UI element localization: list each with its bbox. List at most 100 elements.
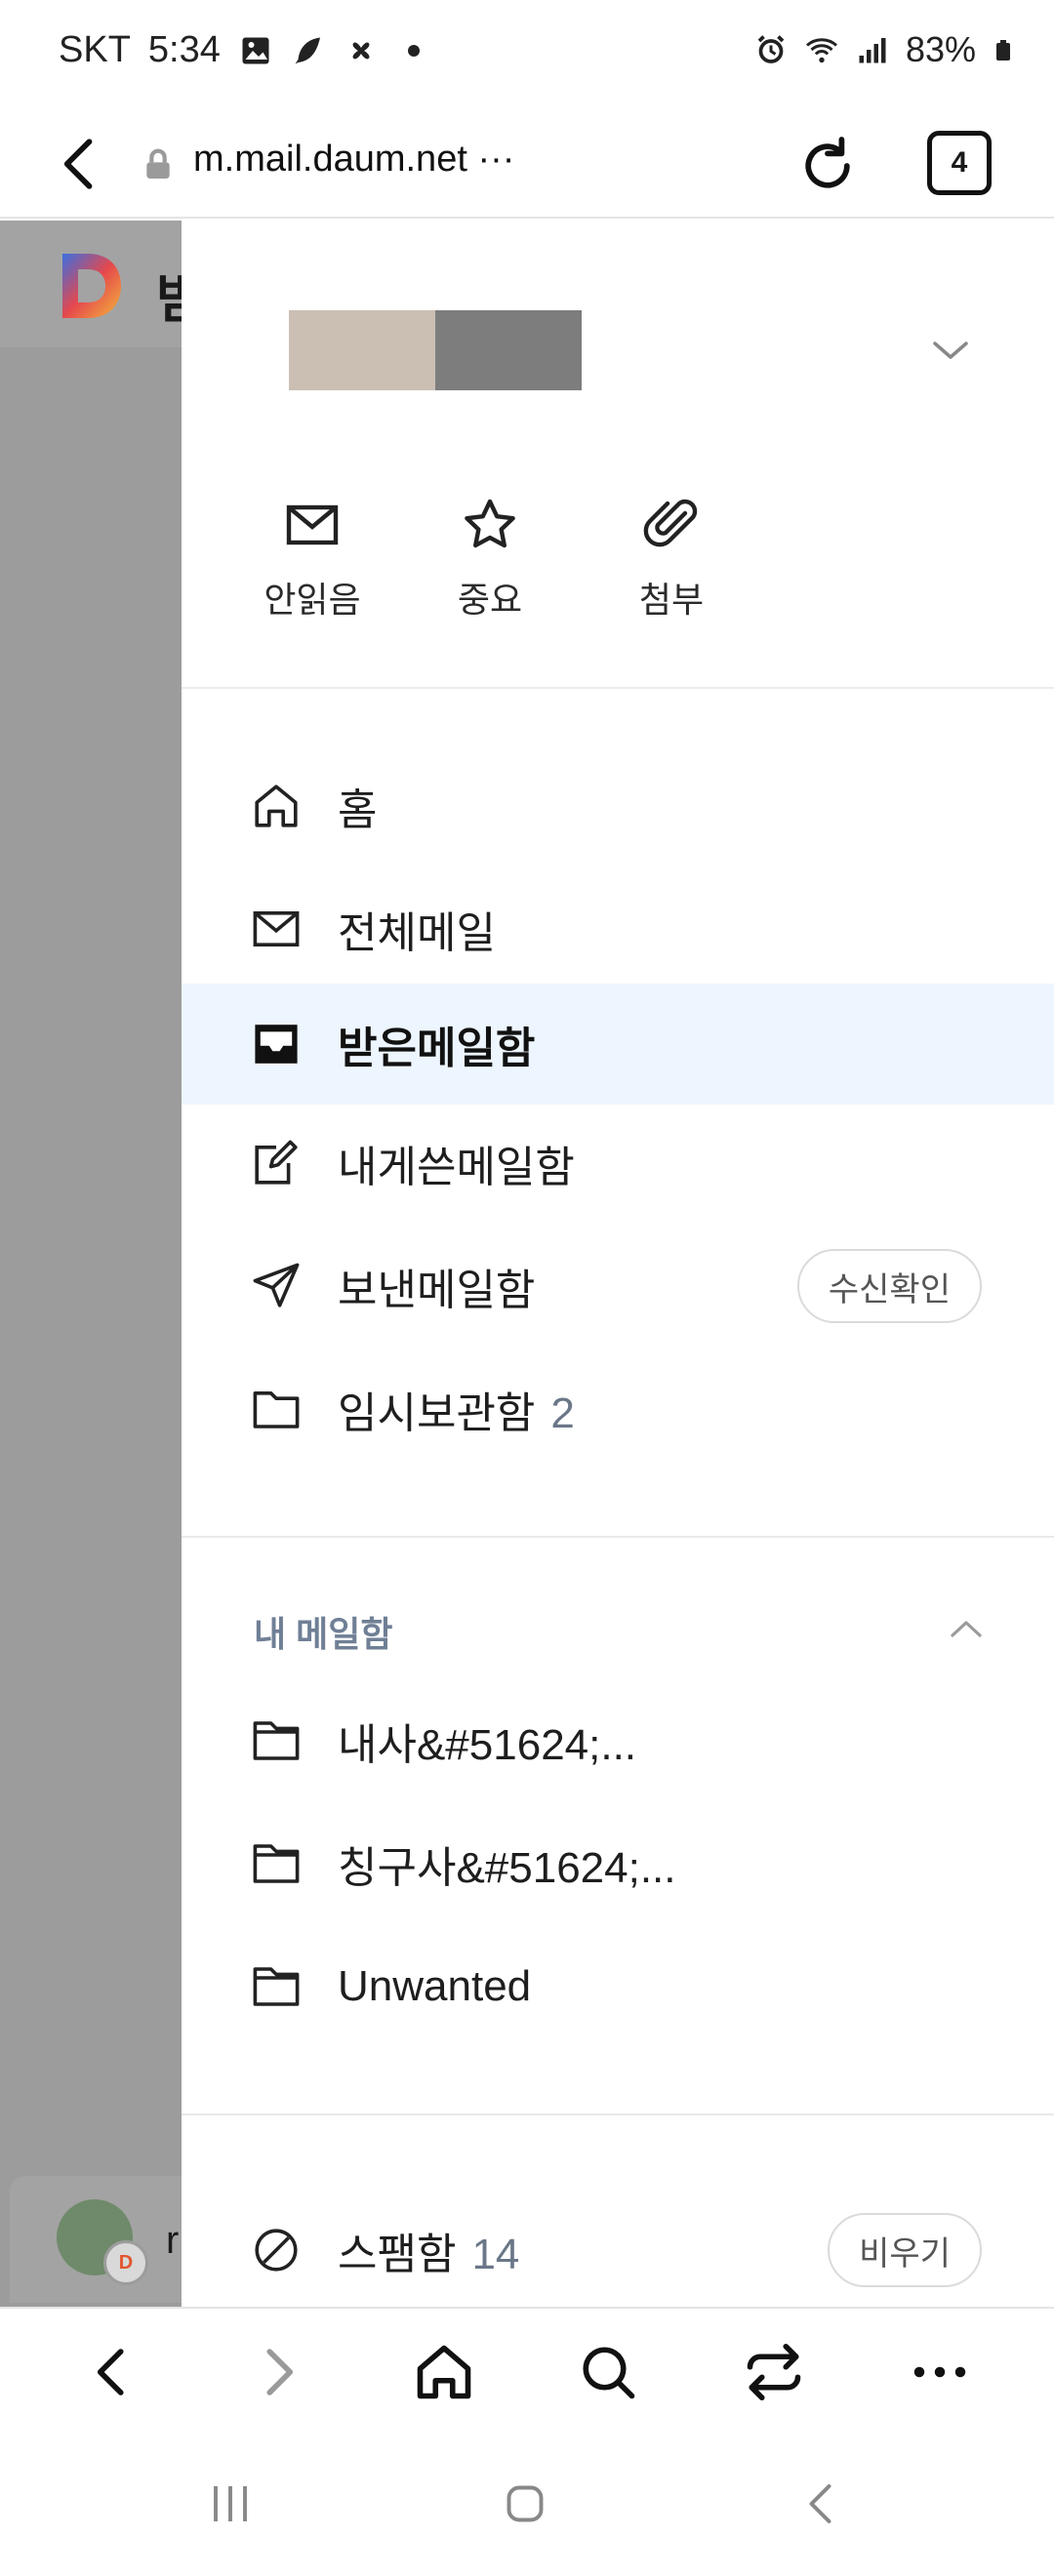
dot-icon [407,44,420,57]
menu-item-spam[interactable]: 스팸함 14 비우기 [182,2190,1054,2307]
avatar-badge-letter: D [118,2251,134,2274]
menu-item-label: 보낸메일함 [338,1255,535,1317]
status-right: 83% [753,29,1015,70]
navigation-drawer: 안읽음 중요 첨부 홈 전체메일 받은메일함 내게쓴메일함 보낸메일함 수신확인… [182,221,1054,2307]
menu-label-inbox: 받은메일함 [338,1025,536,1072]
browser-url-bar: m.mail.daum.net ··· 4 [0,109,1054,219]
tab-count: 4 [951,146,968,179]
folder-icon [253,1721,300,1760]
menu-label-drafts: 임시보관함 [338,1389,536,1437]
tabs-switch-icon[interactable] [740,2338,808,2406]
back-icon[interactable] [43,127,117,201]
lock-icon [146,148,170,179]
battery-icon [996,40,1010,60]
home-icon[interactable] [496,2475,554,2533]
my-mailboxes-title: 내 메일함 [254,1614,393,1654]
quick-unread-label: 안읽음 [264,580,361,620]
menu-label-all-mail: 전체메일 [338,909,496,957]
menu-item-label: 받은메일함 [338,1013,535,1075]
mailbox-item[interactable]: 칭구사&#51624;... [182,1803,1054,1924]
menu-item-all-mail[interactable]: 전체메일 [182,868,1054,989]
redacted-account-block [435,310,582,390]
empty-spam-button[interactable]: 비우기 [828,2213,982,2287]
menu-item-home[interactable]: 홈 [182,745,1054,866]
menu-item-label: 전체메일 [338,898,496,960]
reload-icon[interactable] [792,131,863,201]
clock: 5:34 [147,29,221,70]
feather-icon [295,37,320,63]
redacted-account-block [289,310,435,390]
url-field[interactable]: m.mail.daum.net ··· [193,139,514,181]
menu-item-drafts[interactable]: 임시보관함 2 [182,1348,1054,1469]
folder-icon [253,1967,300,2006]
block-icon [255,2229,298,2272]
inbox-icon [255,1025,298,1064]
menu-item-sent[interactable]: 보낸메일함 수신확인 [182,1226,1054,1347]
spam-count: 14 [471,2231,520,2278]
account-header: 안읽음 중요 첨부 [182,221,1054,689]
envelope-icon [253,911,300,946]
gallery-icon [242,37,269,63]
mailbox-item[interactable]: 내사&#51624;... [182,1680,1054,1801]
home-icon[interactable] [410,2338,478,2406]
tab-count-button[interactable]: 4 [927,131,992,195]
battery-percent: 83% [905,29,976,69]
drafts-count: 2 [550,1389,575,1437]
url-more: ··· [477,139,515,180]
mailbox-label: 칭구사&#51624;... [338,1844,676,1892]
back-icon[interactable] [78,2338,146,2406]
quick-attachment-button[interactable]: 첨부 [593,496,750,623]
paperclip-icon [643,499,698,547]
avatar-badge: D [103,2240,148,2285]
system-nav-bar [0,2432,1054,2576]
folder-icon [253,1844,300,1883]
more-icon[interactable] [906,2338,974,2406]
status-left: SKT 5:34 [59,29,431,71]
mailbox-label: Unwanted [338,1962,532,2010]
alarm-icon [757,35,785,63]
menu-item-label: 스팸함 14 [338,2219,519,2281]
edit-note-icon [255,1140,298,1185]
divider [182,1536,1054,1538]
menu-label-self-sent: 내게쓴메일함 [338,1144,575,1191]
envelope-icon [286,504,339,545]
recents-icon[interactable] [201,2475,260,2533]
back-icon[interactable] [792,2475,851,2533]
mailbox-item[interactable]: Unwanted [182,1926,1054,2047]
background-row-fragment: r [166,2219,180,2262]
empty-spam-label: 비우기 [859,2234,951,2273]
send-icon [253,1263,300,1308]
menu-item-label: 홈 [338,775,377,837]
folder-icon [253,1391,300,1429]
carrier-label: SKT [59,29,131,70]
forward-icon[interactable] [244,2338,312,2406]
menu-label-home: 홈 [338,786,378,834]
read-receipt-label: 수신확인 [828,1270,951,1308]
mailbox-label: 내사&#51624;... [338,1721,637,1769]
read-receipt-button[interactable]: 수신확인 [796,1249,982,1323]
status-bar: SKT 5:34 83% [0,0,1054,109]
quick-attachment-label: 첨부 [638,580,705,620]
background-page-scrim[interactable] [0,221,182,2307]
signal-icon [859,38,886,63]
home-icon [255,785,298,827]
wifi-icon [805,38,837,63]
menu-item-inbox[interactable]: 받은메일함 [182,984,1054,1105]
quick-important-button[interactable]: 중요 [412,496,568,623]
quick-unread-button[interactable]: 안읽음 [234,496,390,623]
menu-label-spam: 스팸함 [338,2231,457,2278]
daum-logo-icon [62,254,121,318]
menu-item-self-sent[interactable]: 내게쓴메일함 [182,1103,1054,1224]
url-text: m.mail.daum.net [193,139,467,180]
browser-toolbar [0,2307,1054,2432]
menu-item-label: 임시보관함 2 [338,1378,575,1440]
divider [182,2113,1054,2115]
quick-important-label: 중요 [457,580,523,620]
menu-item-label: 내게쓴메일함 [338,1132,575,1194]
chevron-down-icon[interactable] [929,336,972,365]
search-icon[interactable] [574,2338,642,2406]
pinwheel-icon [352,42,370,59]
menu-label-sent: 보낸메일함 [338,1267,536,1314]
star-icon [465,499,515,548]
chevron-up-icon[interactable] [947,1616,986,1641]
